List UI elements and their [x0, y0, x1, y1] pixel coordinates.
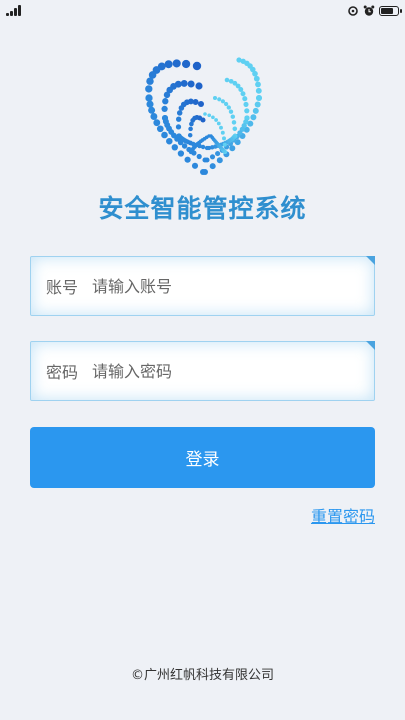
logo-dot: [224, 77, 230, 83]
logo-dot: [188, 140, 193, 146]
logo-dot: [223, 101, 229, 107]
logo-dot: [191, 162, 199, 169]
logo-dot: [214, 118, 218, 122]
logo-dot: [150, 113, 158, 120]
logo-dot: [243, 101, 249, 107]
logo-dot: [244, 108, 250, 114]
signal-icon: [6, 5, 24, 16]
battery-icon: [379, 6, 402, 16]
status-bar: [0, 0, 405, 22]
logo-dot: [232, 126, 238, 132]
login-button[interactable]: 登录: [30, 427, 375, 488]
logo-dot: [176, 116, 182, 122]
logo-dot: [252, 70, 258, 77]
reset-password-link[interactable]: 重置密码: [311, 503, 375, 527]
password-field[interactable]: 密码: [30, 341, 375, 401]
logo-dot: [197, 100, 205, 108]
logo-dot: [187, 80, 195, 88]
logo-dot: [219, 125, 223, 130]
logo-dot: [230, 114, 236, 119]
logo-dot: [148, 106, 156, 114]
password-label: 密码: [46, 363, 79, 382]
logo-dot: [254, 101, 261, 108]
logo-dot: [145, 85, 153, 93]
logo-dot: [216, 157, 223, 164]
logo-dot: [184, 156, 191, 163]
logo-dot: [188, 126, 193, 132]
field-corner-mark: [366, 341, 375, 350]
logo-dot: [255, 87, 262, 94]
logo-dot: [206, 145, 212, 151]
logo-dot: [211, 115, 215, 120]
password-input[interactable]: [90, 360, 325, 382]
logo-dot: [177, 150, 185, 157]
logo-dot: [202, 169, 208, 175]
logo-dot: [255, 81, 261, 88]
logo-dot: [231, 120, 237, 125]
logo-dot: [192, 61, 202, 71]
logo-dot: [178, 105, 185, 111]
account-input[interactable]: [90, 275, 325, 297]
logo-dot: [215, 151, 221, 157]
logo-dot: [240, 91, 246, 97]
account-label: 账号: [46, 278, 79, 297]
logo-dot: [156, 125, 164, 133]
logo-dot: [161, 131, 168, 139]
logo-dot: [209, 134, 213, 138]
copyright-text: ©广州红帆科技有限公司: [130, 668, 274, 683]
logo-dot: [153, 119, 161, 127]
shield-logo-icon: [145, 57, 262, 175]
logo-dot: [181, 59, 191, 69]
logo-dot: [222, 142, 227, 147]
logo-dot: [220, 130, 225, 135]
logo-dot: [252, 107, 259, 114]
logo-dot: [176, 110, 183, 116]
logo-dot: [250, 114, 257, 121]
logo-dot: [204, 157, 210, 163]
logo-dot: [226, 105, 231, 110]
logo-dot: [229, 145, 236, 152]
logo-dot: [171, 144, 178, 151]
logo-dot: [209, 154, 216, 160]
logo-dot: [175, 124, 182, 130]
logo-dot: [222, 136, 226, 141]
sync-icon: [348, 6, 358, 16]
logo-dot: [196, 153, 202, 160]
account-field[interactable]: 账号: [30, 256, 375, 316]
logo-dot: [195, 82, 203, 90]
logo-dot: [212, 95, 218, 101]
logo-dot: [216, 121, 221, 126]
logo-dot: [164, 60, 173, 69]
logo-dot: [217, 97, 222, 102]
logo-dot: [203, 112, 207, 116]
logo-dot: [200, 144, 206, 150]
logo-dot: [146, 77, 154, 85]
logo-dot: [189, 121, 194, 127]
status-icons: [347, 4, 402, 18]
logo-dot: [209, 163, 216, 170]
logo-dot: [146, 100, 154, 108]
logo-dot: [172, 59, 181, 68]
logo-dot: [253, 75, 260, 82]
logo-dot: [228, 109, 234, 114]
app-title: 安全智能管控系统: [98, 194, 307, 223]
logo-dot: [163, 91, 171, 99]
logo-dot: [187, 132, 193, 138]
field-corner-mark: [366, 256, 375, 265]
logo-dot: [207, 113, 212, 118]
logo-dot: [166, 137, 173, 145]
logo-dot: [256, 95, 262, 101]
logo-dot: [145, 94, 153, 102]
logo-dot: [162, 98, 169, 105]
logo-dot: [161, 105, 168, 113]
logo-dot: [242, 96, 248, 102]
logo-dot: [180, 79, 188, 87]
logo-dot: [238, 87, 244, 92]
alarm-icon: [363, 5, 375, 16]
logo-dot: [181, 143, 188, 149]
